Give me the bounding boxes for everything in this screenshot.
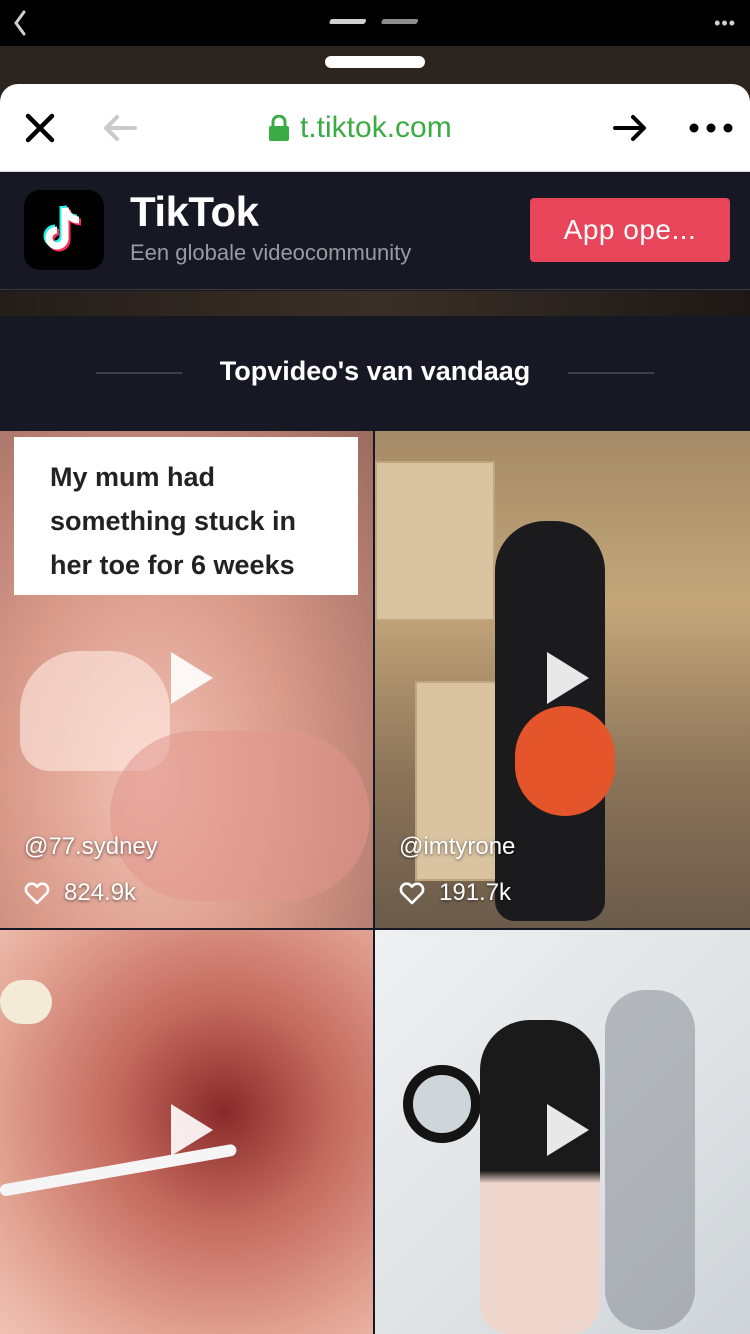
arrow-right-icon[interactable] [610,108,650,148]
app-title: TikTok [130,188,259,235]
more-icon[interactable] [688,108,734,148]
video-tile[interactable] [0,930,373,1334]
ellipsis-icon[interactable]: ••• [714,14,736,32]
thumbnail-decor [110,731,370,901]
caption-line: her toe for 6 weeks [50,550,295,580]
caption-line: something stuck in [50,506,297,536]
open-app-button[interactable]: App ope... [530,198,730,262]
video-caption: My mum had something stuck in her toe fo… [14,437,358,595]
close-icon[interactable] [20,108,60,148]
video-username[interactable]: @imtyrone [399,833,515,861]
thumbnail-decor [403,1065,481,1143]
video-username[interactable]: @77.sydney [24,833,158,861]
arrow-left-icon[interactable] [100,108,140,148]
video-grid: My mum had something stuck in her toe fo… [0,431,750,1334]
heart-icon [399,882,425,905]
browser-sheet: t.tiktok.com TikTok Een globale videocom… [0,84,750,1334]
browser-toolbar: t.tiktok.com [0,84,750,172]
likes-count: 824.9k [64,879,137,906]
lock-icon [269,115,289,141]
thumbnail-decor [605,990,695,1330]
video-tile[interactable]: My mum had something stuck in her toe fo… [0,431,373,928]
app-subtitle: Een globale videocommunity [130,240,412,265]
likes-count: 191.7k [439,879,512,906]
play-icon[interactable] [170,1104,213,1156]
video-likes: 824.9k [24,879,136,907]
divider-right [568,372,654,374]
video-likes: 191.7k [399,879,511,907]
play-icon[interactable] [546,1104,589,1156]
video-tile[interactable] [375,930,750,1334]
url-bar[interactable]: t.tiktok.com [268,110,452,146]
app-banner: TikTok Een globale videocommunity App op… [0,172,750,290]
tiktok-logo-icon[interactable] [24,190,104,270]
thumbnail-decor [515,706,615,816]
video-tile[interactable]: @imtyrone 191.7k [375,431,750,928]
caption-line: My mum had [50,462,216,492]
status-bar: ••• [0,0,750,46]
status-indicator-icon [329,19,419,24]
play-icon[interactable] [170,651,213,704]
section-header: Topvideo's van vandaag [0,316,750,430]
thumbnail-decor [480,1020,600,1334]
thumbnail-decor [0,980,52,1024]
play-icon[interactable] [546,651,589,704]
sheet-grabber[interactable] [325,56,425,68]
url-text: t.tiktok.com [300,111,452,144]
video-preview-strip [0,291,750,316]
heart-icon [24,882,50,905]
thumbnail-decor [375,461,495,621]
chevron-left-icon[interactable] [10,8,30,38]
